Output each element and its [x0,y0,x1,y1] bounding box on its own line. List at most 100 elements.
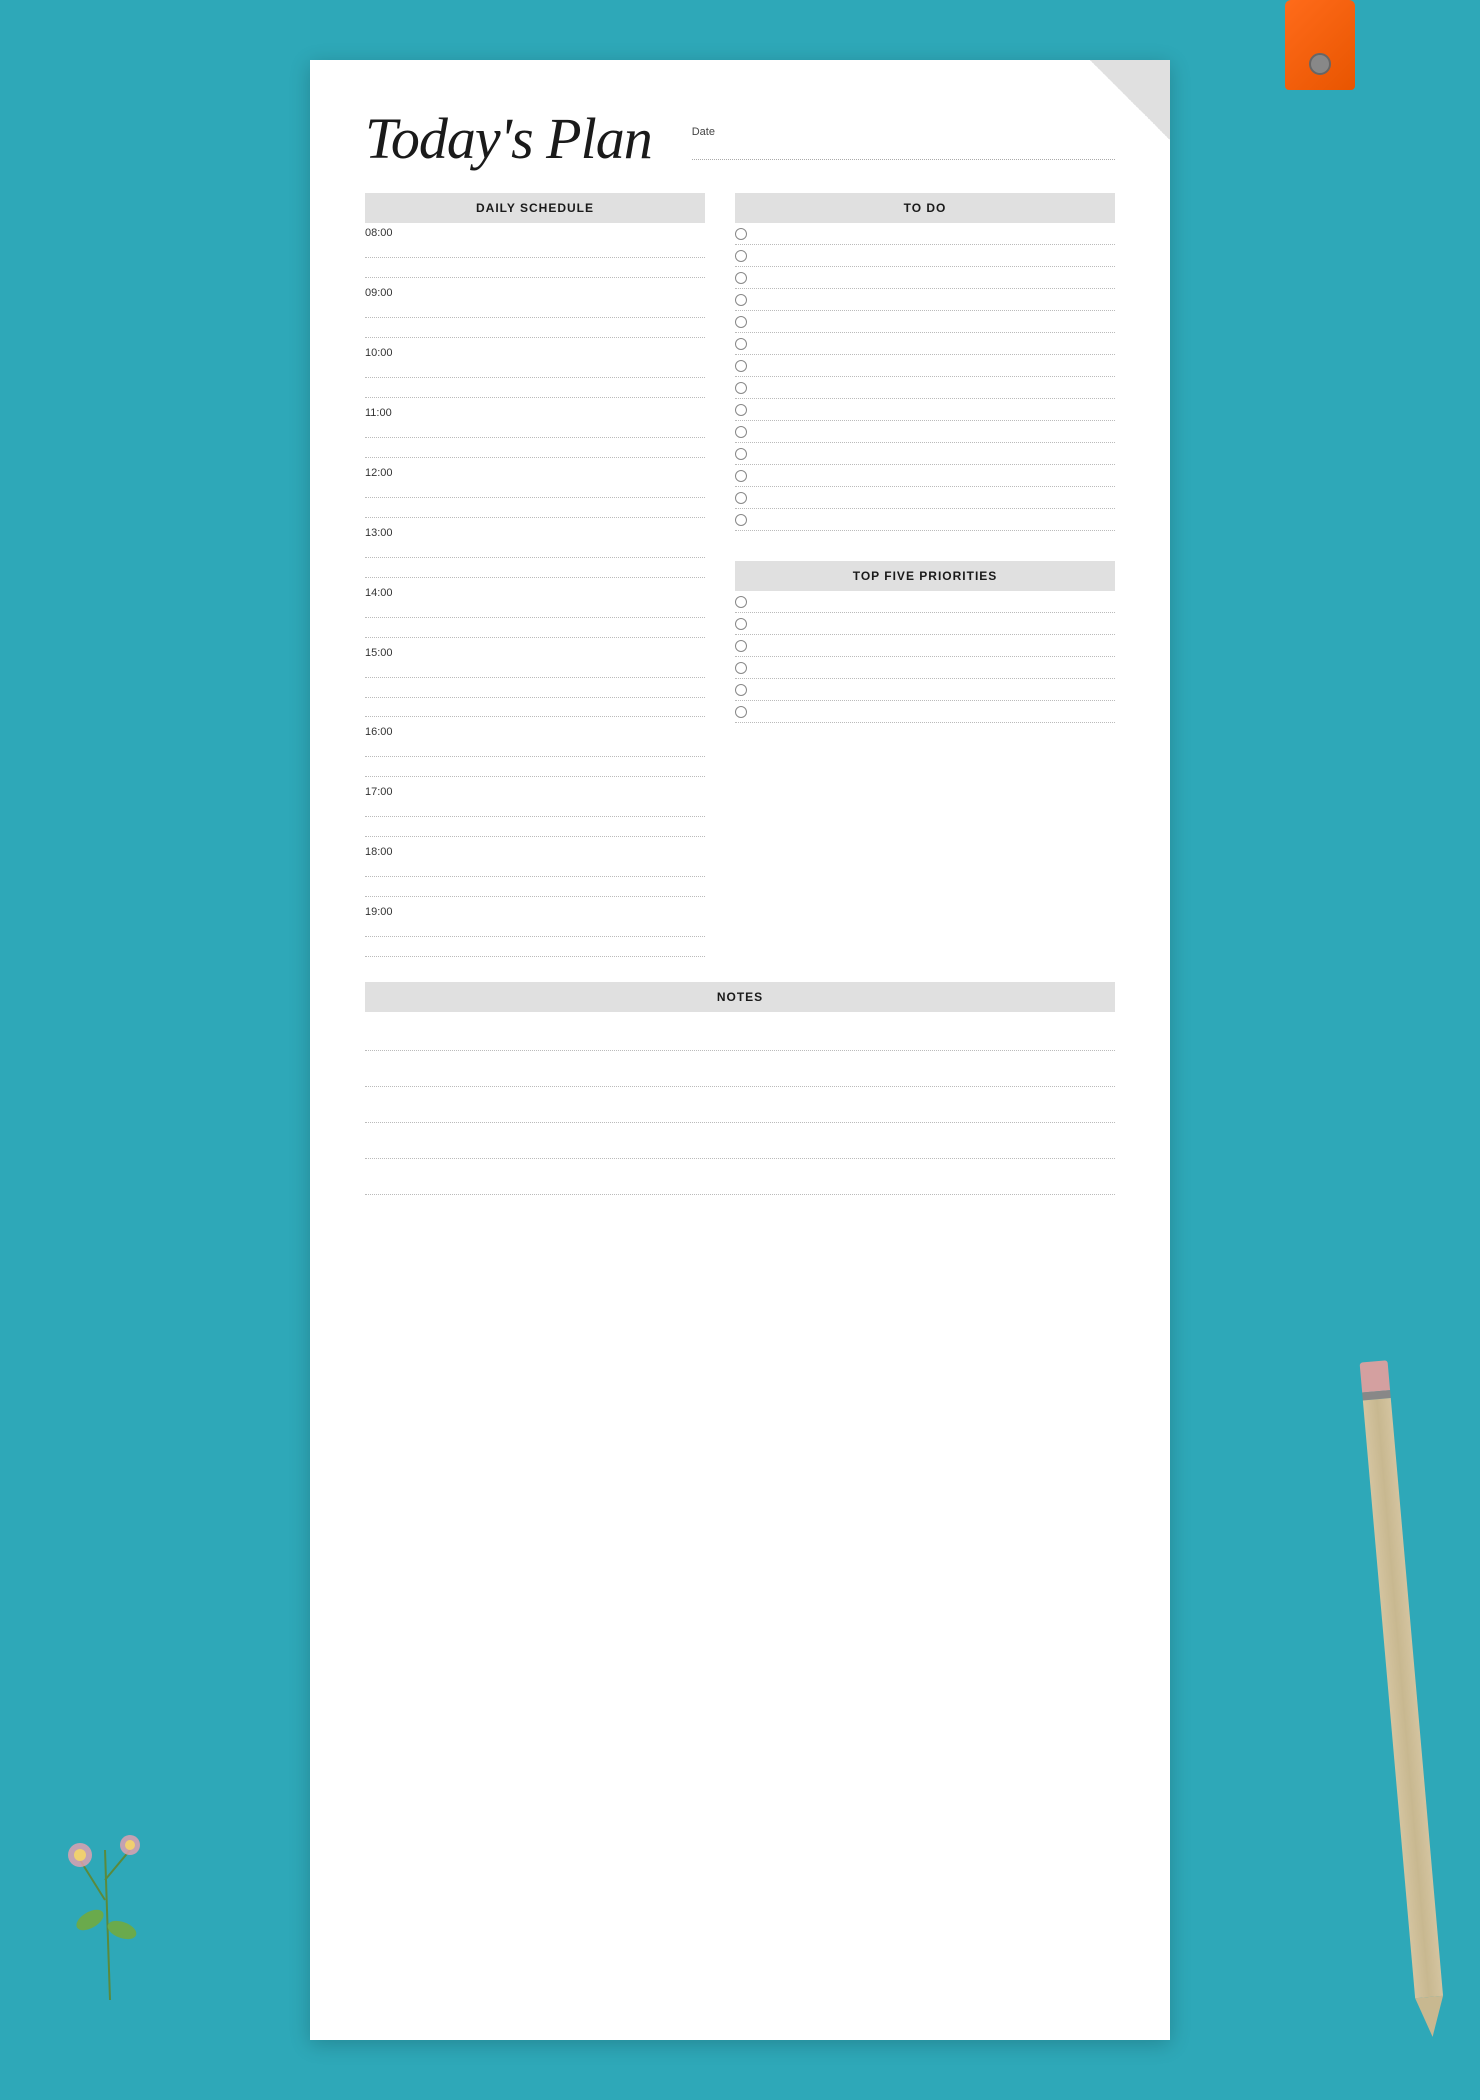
priority-text-1[interactable] [755,595,1115,609]
priority-text-4[interactable] [755,661,1115,675]
todo-text-7[interactable] [755,359,1115,373]
todo-checkbox-2[interactable] [735,250,747,262]
todo-item-10[interactable] [735,421,1115,443]
priority-item-5[interactable] [735,679,1115,701]
left-column: DAILY SCHEDULE 08:00 09:00 10:00 [365,193,725,962]
todo-checkbox-3[interactable] [735,272,747,284]
time-label-1900: 19:00 [365,906,705,918]
schedule-line[interactable] [365,242,705,258]
schedule-line[interactable] [365,662,705,678]
priority-checkbox-6[interactable] [735,706,747,718]
todo-item-1[interactable] [735,223,1115,245]
schedule-line[interactable] [365,482,705,498]
todo-checkbox-4[interactable] [735,294,747,306]
schedule-line[interactable] [365,262,705,278]
todo-text-9[interactable] [755,403,1115,417]
schedule-line[interactable] [365,881,705,897]
note-line-4[interactable] [365,1125,1115,1159]
note-line-2[interactable] [365,1053,1115,1087]
schedule-line[interactable] [365,382,705,398]
schedule-line[interactable] [365,801,705,817]
sharpener-decoration [1280,0,1360,120]
schedule-line[interactable] [365,502,705,518]
todo-item-3[interactable] [735,267,1115,289]
todo-checkbox-12[interactable] [735,470,747,482]
schedule-line[interactable] [365,442,705,458]
paper: Today's Plan Date DAILY SCHEDULE 08:00 0… [310,60,1170,2040]
priority-checkbox-5[interactable] [735,684,747,696]
priority-item-1[interactable] [735,591,1115,613]
note-line-3[interactable] [365,1089,1115,1123]
note-line-1[interactable] [365,1017,1115,1051]
todo-text-11[interactable] [755,447,1115,461]
todo-text-8[interactable] [755,381,1115,395]
todo-checkbox-9[interactable] [735,404,747,416]
todo-item-13[interactable] [735,487,1115,509]
todo-item-14[interactable] [735,509,1115,531]
schedule-line[interactable] [365,701,705,717]
todo-text-10[interactable] [755,425,1115,439]
todo-checkbox-13[interactable] [735,492,747,504]
schedule-line[interactable] [365,821,705,837]
priority-item-2[interactable] [735,613,1115,635]
notes-lines [365,1012,1115,1195]
todo-text-6[interactable] [755,337,1115,351]
todo-item-4[interactable] [735,289,1115,311]
schedule-line[interactable] [365,542,705,558]
priority-checkbox-2[interactable] [735,618,747,630]
schedule-line[interactable] [365,622,705,638]
todo-text-5[interactable] [755,315,1115,329]
todo-text-3[interactable] [755,271,1115,285]
todo-item-2[interactable] [735,245,1115,267]
schedule-line[interactable] [365,941,705,957]
todo-item-6[interactable] [735,333,1115,355]
time-slot-1300: 13:00 [365,523,705,583]
date-input-line[interactable] [692,142,1115,160]
todo-text-14[interactable] [755,513,1115,527]
header: Today's Plan Date [365,110,1115,168]
priority-item-3[interactable] [735,635,1115,657]
priority-item-6[interactable] [735,701,1115,723]
schedule-line[interactable] [365,682,705,698]
todo-checkbox-1[interactable] [735,228,747,240]
schedule-line[interactable] [365,761,705,777]
todo-text-4[interactable] [755,293,1115,307]
schedule-line[interactable] [365,362,705,378]
priority-checkbox-4[interactable] [735,662,747,674]
todo-item-7[interactable] [735,355,1115,377]
todo-item-8[interactable] [735,377,1115,399]
schedule-line[interactable] [365,921,705,937]
todo-checkbox-7[interactable] [735,360,747,372]
todo-item-12[interactable] [735,465,1115,487]
todo-checkbox-14[interactable] [735,514,747,526]
schedule-line[interactable] [365,302,705,318]
todo-checkbox-6[interactable] [735,338,747,350]
note-line-5[interactable] [365,1161,1115,1195]
todo-item-9[interactable] [735,399,1115,421]
schedule-line[interactable] [365,602,705,618]
todo-checkbox-10[interactable] [735,426,747,438]
priority-text-2[interactable] [755,617,1115,631]
schedule-line[interactable] [365,741,705,757]
priorities-header: TOP FIVE PRIORITIES [735,561,1115,591]
priority-item-4[interactable] [735,657,1115,679]
priority-text-6[interactable] [755,705,1115,719]
todo-checkbox-8[interactable] [735,382,747,394]
priority-text-3[interactable] [755,639,1115,653]
schedule-line[interactable] [365,562,705,578]
priority-checkbox-1[interactable] [735,596,747,608]
todo-text-12[interactable] [755,469,1115,483]
todo-text-2[interactable] [755,249,1115,263]
priority-checkbox-3[interactable] [735,640,747,652]
schedule-line[interactable] [365,422,705,438]
todo-text-1[interactable] [755,227,1115,241]
todo-item-5[interactable] [735,311,1115,333]
todo-checkbox-11[interactable] [735,448,747,460]
schedule-line[interactable] [365,861,705,877]
schedule-line[interactable] [365,322,705,338]
todo-item-11[interactable] [735,443,1115,465]
time-label-0900: 09:00 [365,287,705,299]
todo-text-13[interactable] [755,491,1115,505]
todo-checkbox-5[interactable] [735,316,747,328]
priority-text-5[interactable] [755,683,1115,697]
